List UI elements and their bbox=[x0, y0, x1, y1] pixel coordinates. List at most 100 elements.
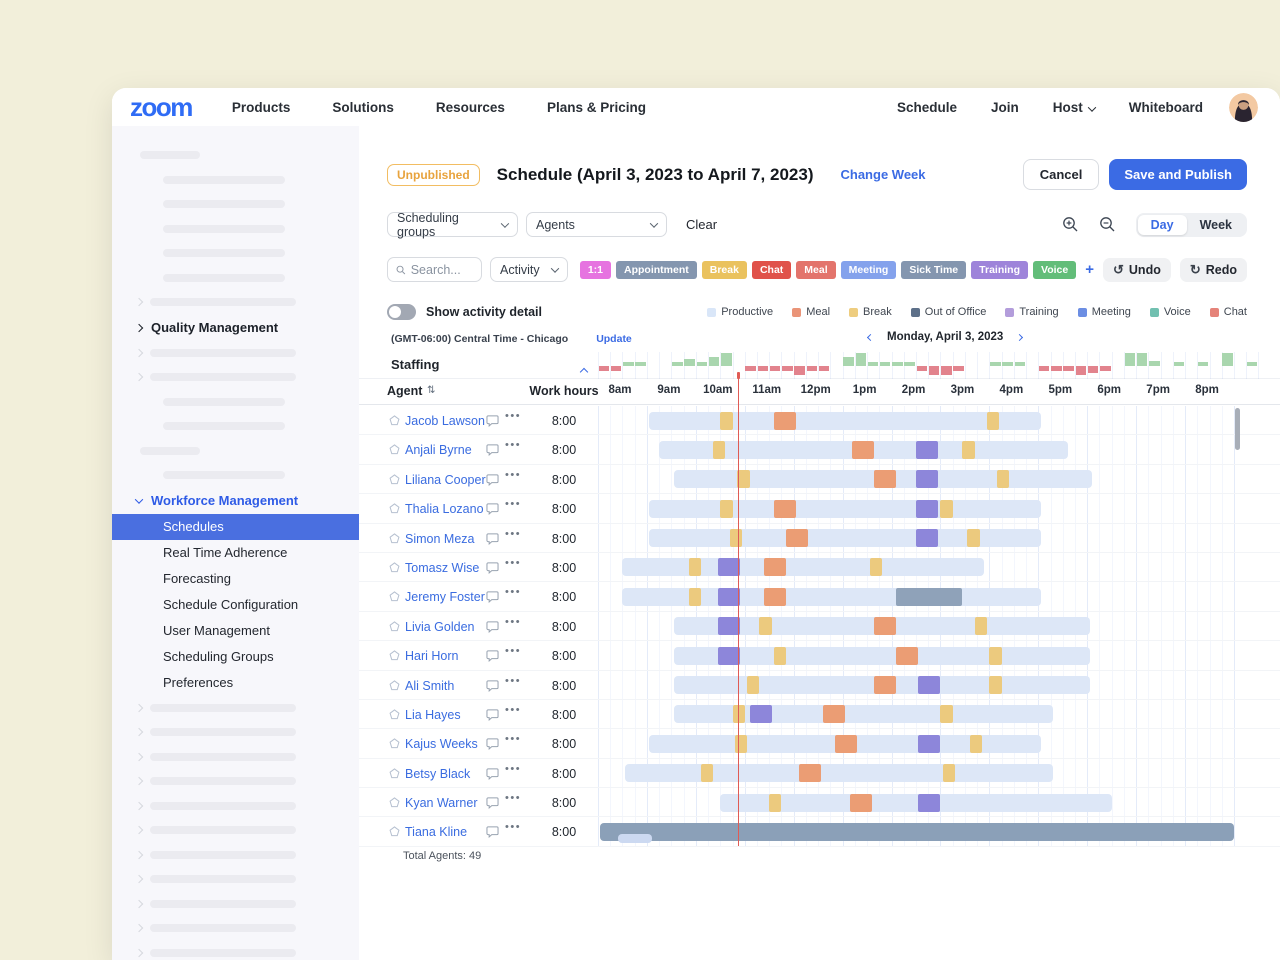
more-options-button[interactable]: ••• bbox=[505, 469, 521, 481]
more-options-button[interactable]: ••• bbox=[505, 733, 521, 745]
meal-segment[interactable] bbox=[786, 529, 808, 547]
break-segment[interactable] bbox=[735, 735, 747, 753]
agent-name-link[interactable]: Hari Horn bbox=[405, 649, 459, 663]
agent-name-link[interactable]: Jacob Lawson bbox=[405, 414, 485, 428]
update-timezone-link[interactable]: Update bbox=[596, 333, 632, 345]
sidebar-item-user-management[interactable]: User Management bbox=[112, 618, 359, 644]
agent-name-link[interactable]: Simon Meza bbox=[405, 532, 474, 546]
agent-name-link[interactable]: Thalia Lozano bbox=[405, 502, 484, 516]
meeting-segment[interactable] bbox=[750, 705, 772, 723]
more-options-button[interactable]: ••• bbox=[505, 675, 521, 687]
break-segment[interactable] bbox=[943, 764, 955, 782]
tab-day[interactable]: Day bbox=[1138, 215, 1187, 235]
more-options-button[interactable]: ••• bbox=[505, 792, 521, 804]
more-options-button[interactable]: ••• bbox=[505, 704, 521, 716]
favorite-icon[interactable] bbox=[389, 415, 400, 426]
comment-icon[interactable] bbox=[486, 503, 499, 515]
next-day-icon[interactable] bbox=[1016, 333, 1023, 340]
agent-name-link[interactable]: Ali Smith bbox=[405, 679, 454, 693]
agent-name-link[interactable]: Kyan Warner bbox=[405, 796, 477, 810]
comment-icon[interactable] bbox=[486, 650, 499, 662]
more-options-button[interactable]: ••• bbox=[505, 821, 521, 833]
activity-chip-meeting[interactable]: Meeting bbox=[841, 261, 897, 279]
meal-segment[interactable] bbox=[850, 794, 872, 812]
favorite-icon[interactable] bbox=[389, 826, 400, 837]
activity-chip-sick-time[interactable]: Sick Time bbox=[901, 261, 966, 279]
favorite-icon[interactable] bbox=[389, 768, 400, 779]
redo-button[interactable]: ↻Redo bbox=[1180, 258, 1247, 282]
more-options-button[interactable]: ••• bbox=[505, 557, 521, 569]
comment-icon[interactable] bbox=[486, 797, 499, 809]
nav-item-host[interactable]: Host bbox=[1053, 100, 1095, 115]
break-segment[interactable] bbox=[769, 794, 781, 812]
meeting-segment[interactable] bbox=[718, 617, 740, 635]
break-segment[interactable] bbox=[989, 676, 1001, 694]
save-and-publish-button[interactable]: Save and Publish bbox=[1109, 159, 1247, 190]
more-options-button[interactable]: ••• bbox=[505, 586, 521, 598]
more-options-button[interactable]: ••• bbox=[505, 645, 521, 657]
agent-name-link[interactable]: Betsy Black bbox=[405, 767, 470, 781]
meal-segment[interactable] bbox=[874, 470, 896, 488]
meeting-segment[interactable] bbox=[918, 676, 940, 694]
productive-bar[interactable] bbox=[649, 529, 1040, 547]
activity-chip-1-1[interactable]: 1:1 bbox=[580, 261, 611, 279]
sidebar-item-schedule-configuration[interactable]: Schedule Configuration bbox=[112, 592, 359, 618]
meal-segment[interactable] bbox=[852, 441, 874, 459]
change-week-link[interactable]: Change Week bbox=[841, 167, 926, 182]
undo-button[interactable]: ↺Undo bbox=[1103, 258, 1171, 282]
agent-name-link[interactable]: Tomasz Wise bbox=[405, 561, 479, 575]
activity-chip-training[interactable]: Training bbox=[971, 261, 1028, 279]
break-segment[interactable] bbox=[962, 441, 974, 459]
sidebar-item-preferences[interactable]: Preferences bbox=[112, 670, 359, 696]
productive-bar[interactable] bbox=[622, 588, 1040, 606]
activity-chip-voice[interactable]: Voice bbox=[1033, 261, 1076, 279]
more-options-button[interactable]: ••• bbox=[505, 410, 521, 422]
comment-icon[interactable] bbox=[486, 474, 499, 486]
meal-segment[interactable] bbox=[874, 617, 896, 635]
meeting-segment[interactable] bbox=[918, 735, 940, 753]
comment-icon[interactable] bbox=[486, 709, 499, 721]
productive-bar[interactable] bbox=[649, 412, 1040, 430]
cancel-button[interactable]: Cancel bbox=[1023, 159, 1100, 190]
more-options-button[interactable]: ••• bbox=[505, 439, 521, 451]
agent-name-link[interactable]: Kajus Weeks bbox=[405, 737, 478, 751]
meeting-segment[interactable] bbox=[916, 500, 938, 518]
agent-name-link[interactable]: Lia Hayes bbox=[405, 708, 461, 722]
sidebar-section-quality-management[interactable]: Quality Management bbox=[112, 315, 359, 341]
favorite-icon[interactable] bbox=[389, 444, 400, 455]
productive-bar[interactable] bbox=[622, 558, 984, 576]
break-segment[interactable] bbox=[774, 647, 786, 665]
activity-chip-appointment[interactable]: Appointment bbox=[616, 261, 697, 279]
agents-select[interactable]: Agents bbox=[526, 212, 667, 237]
sidebar-item-schedules[interactable]: Schedules bbox=[112, 514, 359, 540]
comment-icon[interactable] bbox=[486, 680, 499, 692]
agent-name-link[interactable]: Liliana Cooper bbox=[405, 473, 486, 487]
user-avatar[interactable] bbox=[1229, 93, 1258, 122]
nav-item-schedule[interactable]: Schedule bbox=[897, 100, 957, 115]
break-segment[interactable] bbox=[737, 470, 749, 488]
agent-name-link[interactable]: Livia Golden bbox=[405, 620, 475, 634]
oof-segment[interactable] bbox=[896, 588, 962, 606]
meeting-segment[interactable] bbox=[718, 588, 740, 606]
search-input[interactable] bbox=[411, 263, 473, 277]
activity-chip-break[interactable]: Break bbox=[702, 261, 747, 279]
break-segment[interactable] bbox=[730, 529, 742, 547]
break-segment[interactable] bbox=[975, 617, 987, 635]
nav-item-products[interactable]: Products bbox=[232, 100, 291, 115]
activity-chip-chat[interactable]: Chat bbox=[752, 261, 791, 279]
show-activity-detail-toggle[interactable] bbox=[387, 304, 416, 320]
comment-icon[interactable] bbox=[486, 562, 499, 574]
nav-item-plans-pricing[interactable]: Plans & Pricing bbox=[547, 100, 646, 115]
zoom-out-icon[interactable] bbox=[1099, 216, 1116, 233]
favorite-icon[interactable] bbox=[389, 562, 400, 573]
previous-day-icon[interactable] bbox=[867, 333, 874, 340]
break-segment[interactable] bbox=[720, 412, 732, 430]
meal-segment[interactable] bbox=[874, 676, 896, 694]
break-segment[interactable] bbox=[747, 676, 759, 694]
horizontal-scroll-pill[interactable] bbox=[618, 834, 652, 843]
favorite-icon[interactable] bbox=[389, 621, 400, 632]
meeting-segment[interactable] bbox=[718, 558, 740, 576]
add-activity-button[interactable]: + bbox=[1085, 261, 1094, 278]
sidebar-item-scheduling-groups[interactable]: Scheduling Groups bbox=[112, 644, 359, 670]
comment-icon[interactable] bbox=[486, 444, 499, 456]
